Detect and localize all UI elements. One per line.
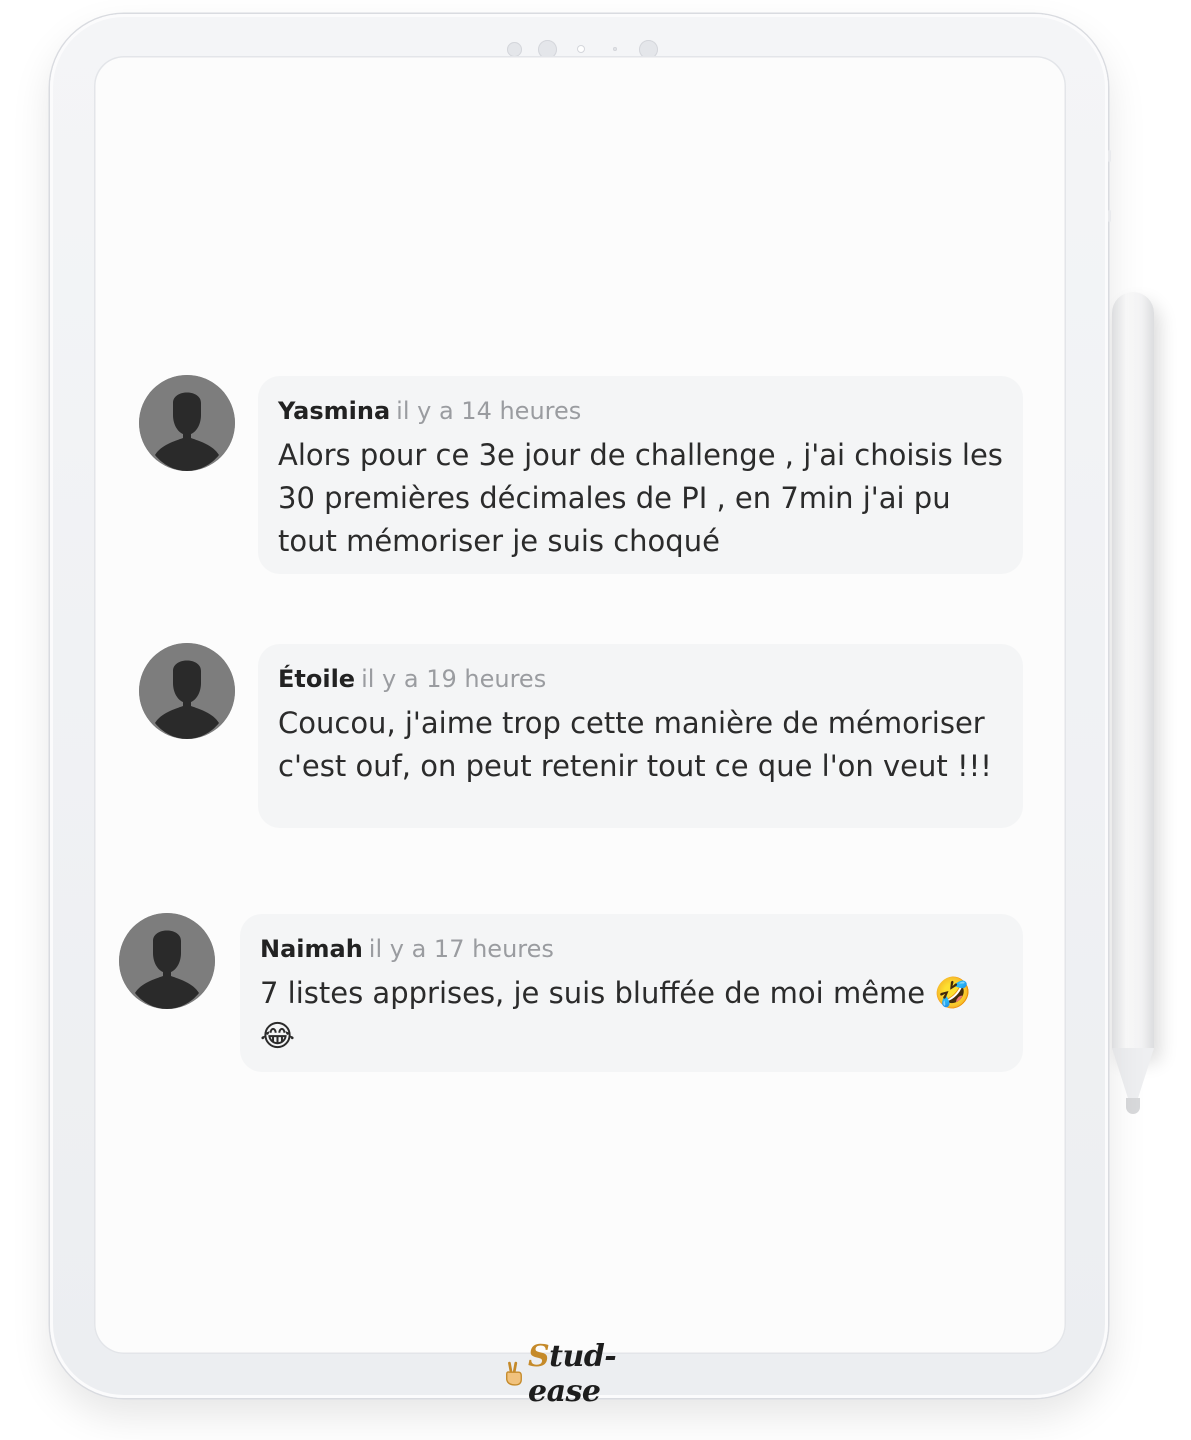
avatar — [139, 375, 235, 471]
comment-bubble: Étoile il y a 19 heures Coucou, j'aime tr… — [258, 644, 1023, 828]
comment-author[interactable]: Naimah — [260, 935, 363, 963]
brand-lead-letter: S — [527, 1339, 550, 1374]
tablet-frame: Yasmina il y a 14 heures Alors pour ce 3e… — [50, 14, 1108, 1398]
volume-button — [1108, 150, 1111, 162]
rofl-emoji-icon: 🤣 — [934, 976, 972, 1011]
comment-text-block: 7 listes apprises, je suis bluffée de mo… — [260, 972, 990, 1058]
camera-icon — [577, 45, 585, 53]
comment-timestamp[interactable]: il y a 19 heures — [361, 665, 546, 693]
stylus-pencil — [1112, 292, 1154, 1052]
comment-author[interactable]: Yasmina — [278, 397, 390, 425]
comment-meta: Yasmina il y a 14 heures — [278, 396, 1003, 426]
avatar — [139, 643, 235, 739]
comment-text: 7 listes apprises, je suis bluffée de mo… — [260, 976, 926, 1010]
stage: Yasmina il y a 14 heures Alors pour ce 3e… — [0, 0, 1191, 1440]
comment-bubble: Naimah il y a 17 heures 7 listes apprises… — [240, 914, 1023, 1072]
tablet-screen: Yasmina il y a 14 heures Alors pour ce 3e… — [94, 56, 1066, 1354]
comment-author[interactable]: Étoile — [278, 665, 355, 693]
laughing-tears-emoji-icon: 😂 — [260, 1019, 296, 1054]
comment-timestamp[interactable]: il y a 17 heures — [369, 935, 554, 963]
brand-logo: Stud-ease — [504, 1339, 674, 1409]
sensor-dot — [613, 47, 617, 51]
camera-sensors — [50, 32, 1108, 59]
comment-text: Coucou, j'aime trop cette manière de mém… — [278, 706, 992, 783]
stylus-nib — [1126, 1098, 1140, 1114]
user-silhouette-icon — [139, 643, 235, 739]
avatar — [119, 913, 215, 1009]
comment-meta: Étoile il y a 19 heures — [278, 664, 1003, 694]
brand-wordmark: Stud-ease — [528, 1339, 674, 1409]
volume-button — [1108, 210, 1111, 222]
user-silhouette-icon — [139, 375, 235, 471]
comment-meta: Naimah il y a 17 heures — [260, 934, 1003, 964]
peace-hand-icon — [506, 1361, 522, 1386]
comment-bubble: Yasmina il y a 14 heures Alors pour ce 3e… — [258, 376, 1023, 574]
comment-timestamp[interactable]: il y a 14 heures — [396, 397, 581, 425]
user-silhouette-icon — [119, 913, 215, 1009]
comment-text: Alors pour ce 3e jour de challenge , j'a… — [278, 438, 1003, 558]
sensor-dot — [507, 42, 522, 57]
